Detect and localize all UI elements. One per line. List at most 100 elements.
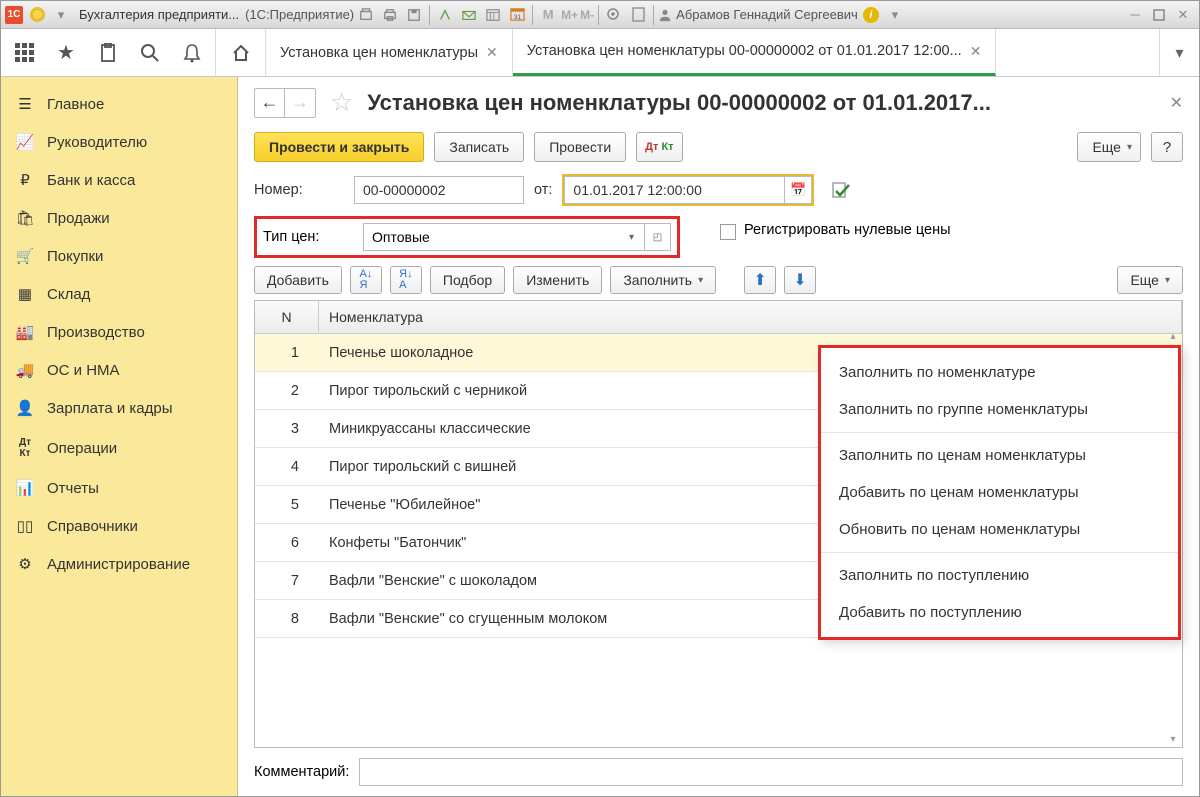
col-n[interactable]: N <box>255 301 319 333</box>
sidebar-item-production[interactable]: 🏭Производство <box>1 313 237 351</box>
number-input[interactable]: 00-00000002 <box>354 176 524 204</box>
yellow-circle-icon[interactable] <box>30 7 45 22</box>
scroll-up-icon[interactable]: ▴ <box>1170 331 1175 342</box>
calendar-button-icon[interactable]: 📅 <box>784 176 812 204</box>
open-icon[interactable]: ◰ <box>645 223 671 251</box>
date-input[interactable]: 01.01.2017 12:00:00 <box>564 176 784 204</box>
sidebar-item-admin[interactable]: ⚙Администрирование <box>1 545 237 583</box>
m-plus-button[interactable]: M+ <box>561 4 578 26</box>
search-icon[interactable] <box>135 38 165 68</box>
info-dropdown-icon[interactable]: ▾ <box>884 4 906 26</box>
send-icon[interactable] <box>458 4 480 26</box>
move-up-button[interactable]: ⬆ <box>744 266 776 294</box>
add-button[interactable]: Добавить <box>254 266 342 294</box>
change-button[interactable]: Изменить <box>513 266 602 294</box>
dropdown-icon[interactable]: ▾ <box>619 223 645 251</box>
close-icon[interactable]: ✕ <box>486 44 498 61</box>
dd-add-by-receipt[interactable]: Добавить по поступлению <box>821 594 1178 631</box>
save-button[interactable]: Записать <box>434 132 524 162</box>
maximize-icon[interactable] <box>1148 4 1170 26</box>
clipboard-icon[interactable] <box>93 38 123 68</box>
tabs-more-icon[interactable]: ▾ <box>1159 29 1199 76</box>
logo-1c-icon: 1C <box>5 6 23 24</box>
nav-back-icon[interactable]: ← <box>255 89 285 117</box>
save-file-icon[interactable] <box>403 4 425 26</box>
bag-icon: 🛍 <box>15 209 35 227</box>
sidebar-item-salary[interactable]: 👤Зарплата и кадры <box>1 389 237 427</box>
compare-icon[interactable] <box>434 4 456 26</box>
sort-asc-button[interactable]: А↓Я <box>350 266 382 294</box>
sort-desc-button[interactable]: Я↓А <box>390 266 422 294</box>
dd-update-by-prices[interactable]: Обновить по ценам номенклатуры <box>821 511 1178 548</box>
apps-icon[interactable] <box>9 38 39 68</box>
dd-fill-by-prices[interactable]: Заполнить по ценам номенклатуры <box>821 437 1178 474</box>
m-button[interactable]: M <box>537 4 559 26</box>
sidebar-item-purchases[interactable]: 🛒Покупки <box>1 237 237 275</box>
more-button[interactable]: Еще▾ <box>1077 132 1141 162</box>
dd-fill-by-item[interactable]: Заполнить по номенклатуре <box>821 354 1178 391</box>
sidebar-item-references[interactable]: ▯▯Справочники <box>1 507 237 545</box>
tab-price-list[interactable]: Установка цен номенклатуры ✕ <box>266 29 513 76</box>
chevron-down-icon: ▾ <box>698 275 703 286</box>
sidebar-item-bank[interactable]: ₽Банк и касса <box>1 161 237 199</box>
calendar31-icon[interactable]: 31 <box>506 4 528 26</box>
sidebar-item-warehouse[interactable]: ▦Склад <box>1 275 237 313</box>
sidebar-item-assets[interactable]: 🚚ОС и НМА <box>1 351 237 389</box>
sidebar-item-operations[interactable]: ДтКтОперации <box>1 427 237 469</box>
info-icon[interactable]: i <box>863 7 879 23</box>
sidebar-item-reports[interactable]: 📊Отчеты <box>1 469 237 507</box>
sidebar-item-main[interactable]: ☰Главное <box>1 85 237 123</box>
sidebar-item-manager[interactable]: 📈Руководителю <box>1 123 237 161</box>
select-button[interactable]: Подбор <box>430 266 505 294</box>
post-and-close-button[interactable]: Провести и закрыть <box>254 132 424 162</box>
close-icon[interactable]: ✕ <box>1170 93 1183 113</box>
sidebar-item-sales[interactable]: 🛍 Продажи <box>1 199 237 237</box>
document-icon[interactable] <box>627 4 649 26</box>
calendar-icon[interactable] <box>482 4 504 26</box>
m-minus-button[interactable]: M- <box>580 4 594 26</box>
comment-input[interactable] <box>359 758 1183 786</box>
bell-icon[interactable] <box>177 38 207 68</box>
tab-label: Установка цен номенклатуры 00-00000002 о… <box>527 43 962 59</box>
col-name[interactable]: Номенклатура <box>319 301 1182 333</box>
arrow-down-icon: ⬇ <box>793 270 806 290</box>
app-title: Бухгалтерия предприяти... <box>79 7 239 22</box>
print-preview-icon[interactable] <box>355 4 377 26</box>
home-icon[interactable] <box>216 29 266 76</box>
dd-fill-by-group[interactable]: Заполнить по группе номенклатуры <box>821 391 1178 428</box>
dd-add-by-prices[interactable]: Добавить по ценам номенклатуры <box>821 474 1178 511</box>
star-icon[interactable]: ★ <box>51 38 81 68</box>
scroll-down-icon[interactable]: ▾ <box>1170 734 1175 745</box>
separator <box>429 5 430 25</box>
bar-chart-icon: 📊 <box>15 479 35 497</box>
fill-button[interactable]: Заполнить▾ <box>610 266 716 294</box>
sidebar-item-label: Продажи <box>47 210 110 227</box>
minimize-icon[interactable]: ─ <box>1124 4 1146 26</box>
help-button[interactable]: ? <box>1151 132 1183 162</box>
date-label: от: <box>534 182 552 198</box>
posted-check-icon <box>832 182 850 198</box>
comment-row: Комментарий: <box>254 758 1183 786</box>
move-down-button[interactable]: ⬇ <box>784 266 816 294</box>
print-icon[interactable] <box>379 4 401 26</box>
table-toolbar: Добавить А↓Я Я↓А Подбор Изменить Заполни… <box>254 266 1183 294</box>
table-more-button[interactable]: Еще▾ <box>1117 266 1183 294</box>
dd-fill-by-receipt[interactable]: Заполнить по поступлению <box>821 557 1178 594</box>
table-header: N Номенклатура <box>255 301 1182 334</box>
debit-credit-button[interactable]: Дт Кт <box>636 132 682 162</box>
price-type-input[interactable]: Оптовые <box>363 223 619 251</box>
post-button[interactable]: Провести <box>534 132 626 162</box>
nav-forward-icon[interactable]: → <box>285 89 315 117</box>
close-icon[interactable]: ✕ <box>970 43 982 60</box>
zoom-in-icon[interactable] <box>603 4 625 26</box>
reg-zero-checkbox[interactable] <box>720 224 736 240</box>
reg-zero-row: Регистрировать нулевые цены <box>720 222 951 240</box>
arrow-up-icon: ⬆ <box>753 270 766 290</box>
svg-text:31: 31 <box>513 14 521 21</box>
tab-price-doc[interactable]: Установка цен номенклатуры 00-00000002 о… <box>513 29 997 76</box>
dropdown-icon[interactable]: ▾ <box>50 4 72 26</box>
favorite-star-icon[interactable]: ☆ <box>330 87 353 118</box>
sidebar-item-label: Покупки <box>47 248 103 265</box>
close-icon[interactable]: ✕ <box>1172 4 1194 26</box>
factory-icon: 🏭 <box>15 323 35 341</box>
